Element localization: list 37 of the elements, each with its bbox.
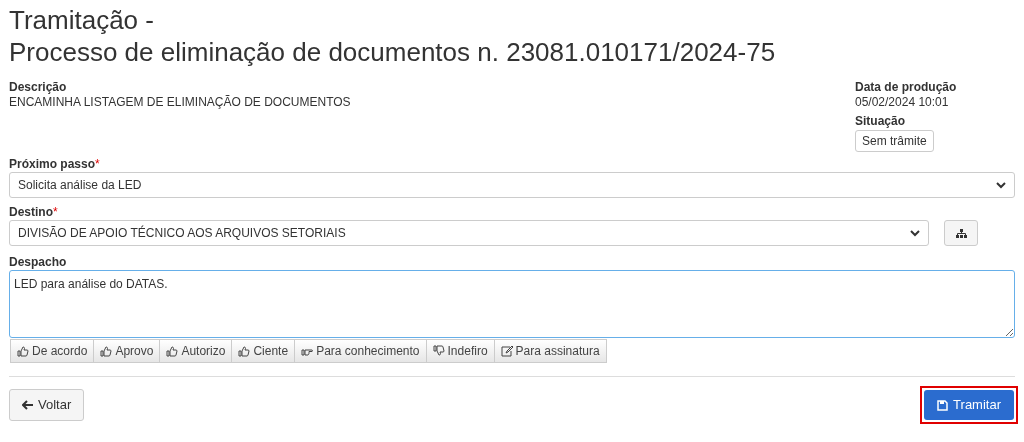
quick-text-button[interactable]: Indefiro xyxy=(425,339,495,363)
page-title: Tramitação - xyxy=(9,4,155,36)
sitemap-icon xyxy=(955,228,967,238)
field-label: Data de produção xyxy=(855,80,957,94)
thumbs-down-icon xyxy=(432,345,445,357)
arrow-left-icon xyxy=(22,400,33,410)
thumbs-up-icon xyxy=(100,345,113,357)
dispatch-textarea[interactable]: LED para análise do DATAS. xyxy=(9,270,1015,338)
field-label: Despacho xyxy=(9,255,67,269)
edit-icon xyxy=(500,345,513,357)
field-label: Situação xyxy=(855,114,905,128)
org-chart-button[interactable] xyxy=(944,220,978,246)
save-icon xyxy=(937,399,949,411)
submit-button[interactable]: Tramitar xyxy=(924,390,1014,420)
description-text: ENCAMINHA LISTAGEM DE ELIMINAÇÃO DE DOCUMENTOS xyxy=(9,94,351,110)
back-button[interactable]: Voltar xyxy=(9,389,85,421)
quick-text-button[interactable]: Autorizo xyxy=(159,339,233,363)
date-text: 05/02/2024 10:01 xyxy=(855,94,949,110)
required-asterisk: * xyxy=(95,157,100,171)
chevron-down-icon xyxy=(996,181,1006,189)
field-label: Destino xyxy=(9,205,53,219)
quick-text-button[interactable]: Para conhecimento xyxy=(294,339,427,363)
quick-text-button[interactable]: De acordo xyxy=(10,339,95,363)
select-field[interactable]: DIVISÃO DE APOIO TÉCNICO AOS ARQUIVOS SETORIAIS xyxy=(9,220,929,246)
field-label: Próximo passo xyxy=(9,157,96,171)
status-badge: Sem trâmite xyxy=(855,130,934,152)
select-field[interactable]: Solicita análise da LED xyxy=(9,172,1015,198)
page-title: Processo de eliminação de documentos n. 23081.010171/2024-75 xyxy=(9,36,777,68)
quick-text-button[interactable]: Aprovo xyxy=(93,339,161,363)
quick-text-button[interactable]: Para assinatura xyxy=(493,339,607,363)
required-asterisk: * xyxy=(53,205,58,219)
thumbs-up-icon xyxy=(166,345,179,357)
thumbs-up-icon xyxy=(17,345,29,357)
thumbs-up-icon xyxy=(238,345,251,357)
quick-text-button[interactable]: Ciente xyxy=(231,339,296,363)
field-label: Descrição xyxy=(9,80,68,94)
chevron-down-icon xyxy=(910,229,920,237)
